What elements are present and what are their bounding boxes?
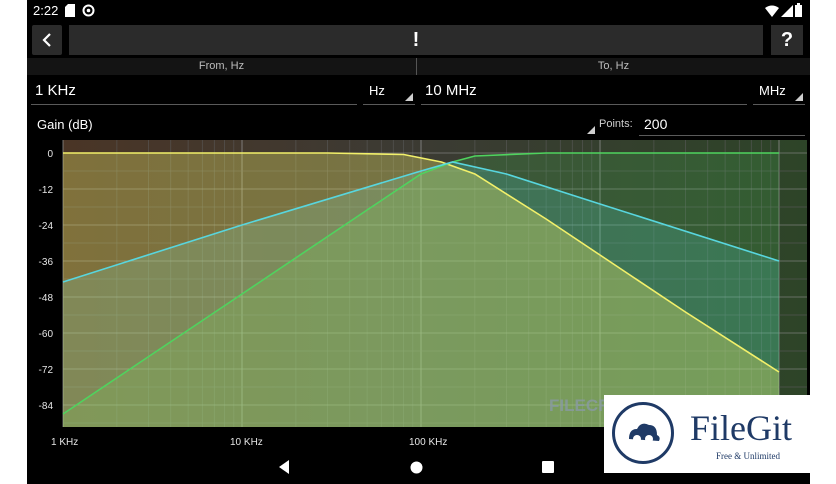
wifi-icon: [765, 4, 779, 22]
y-tick-label: -48: [39, 293, 54, 304]
from-header-label: From, Hz: [198, 60, 245, 72]
help-button[interactable]: ?: [771, 25, 803, 55]
filegit-tagline: Free & Unlimited: [716, 451, 780, 461]
x-tick-label: 100 KHz: [409, 437, 447, 448]
filegit-brand: FileGit: [690, 408, 793, 448]
sync-icon: [82, 4, 95, 22]
filegit-emblem: [612, 402, 674, 464]
chevron-left-icon: [42, 33, 51, 47]
to-unit-label: MHz: [759, 83, 786, 98]
y-tick-label: -72: [39, 365, 54, 376]
battery-icon: [795, 3, 802, 22]
to-header-label: To, Hz: [597, 60, 630, 72]
x-tick-label: 1 KHz: [51, 437, 78, 448]
gain-select[interactable]: Gain (dB): [31, 112, 597, 136]
gain-label: Gain (dB): [37, 116, 93, 132]
points-input[interactable]: 200: [639, 112, 805, 136]
nav-home-icon[interactable]: [409, 460, 424, 475]
y-tick-label: 0: [47, 149, 53, 160]
filegit-logo: FileGit Free & Unlimited: [604, 395, 818, 473]
y-tick-label: -84: [39, 401, 54, 412]
dropdown-icon: [795, 93, 803, 101]
y-tick-label: -12: [39, 185, 54, 196]
x-tick-label: 10 KHz: [230, 437, 263, 448]
filecr-watermark: FILECR: [549, 396, 610, 415]
y-tick-label: -36: [39, 257, 54, 268]
from-unit-select[interactable]: Hz: [363, 77, 415, 105]
signal-icon: [781, 4, 793, 22]
sd-card-icon: [65, 4, 75, 22]
from-unit-label: Hz: [369, 83, 385, 98]
from-frequency-input[interactable]: 1 KHz: [31, 77, 357, 105]
nav-recents-icon[interactable]: [541, 460, 555, 474]
status-bar: 2:22: [27, 0, 810, 22]
dropdown-icon: [405, 93, 413, 101]
dropdown-icon: [587, 126, 595, 134]
back-button[interactable]: [32, 25, 62, 55]
to-unit-select[interactable]: MHz: [753, 77, 805, 105]
nav-back-icon[interactable]: [277, 459, 291, 475]
points-label: Points:: [599, 118, 633, 130]
status-time: 2:22: [33, 3, 59, 18]
y-tick-label: -24: [39, 221, 54, 232]
toolbar: ! ?: [27, 22, 810, 58]
title-field[interactable]: !: [69, 25, 763, 55]
to-frequency-input[interactable]: 10 MHz: [421, 77, 747, 105]
range-header: From, Hz To, Hz: [27, 58, 810, 75]
y-tick-label: -60: [39, 329, 54, 340]
